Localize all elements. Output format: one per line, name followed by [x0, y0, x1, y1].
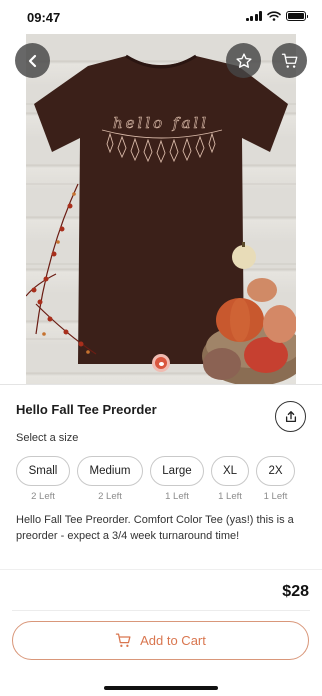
size-chip-label[interactable]: 2X	[256, 456, 295, 486]
wifi-icon	[267, 11, 281, 21]
tshirt-illustration: hello fall	[26, 54, 296, 384]
size-stock: 1 Left	[263, 491, 288, 502]
chevron-left-icon	[28, 54, 36, 67]
favorite-button[interactable]	[226, 43, 261, 78]
share-icon	[285, 410, 296, 422]
size-option-large[interactable]: Large 1 Left	[150, 456, 204, 502]
status-bar: 09:47	[0, 0, 322, 34]
product-image[interactable]: hello fall	[26, 34, 296, 384]
size-stock: 1 Left	[218, 491, 242, 502]
size-option-medium[interactable]: Medium 2 Left	[77, 456, 143, 502]
size-option-small[interactable]: Small 2 Left	[16, 456, 70, 502]
product-description: Hello Fall Tee Preorder. Comfort Color T…	[16, 514, 294, 542]
size-stock: 2 Left	[98, 491, 122, 502]
select-size-label: Select a size	[16, 432, 79, 444]
shirt-print-text: hello fall	[113, 114, 209, 132]
home-indicator[interactable]	[104, 686, 218, 690]
battery-icon	[286, 11, 308, 21]
share-button[interactable]	[275, 401, 306, 432]
size-chip-label[interactable]: Large	[150, 456, 204, 486]
size-chip-label[interactable]: XL	[211, 456, 249, 486]
add-to-cart-button[interactable]: Add to Cart	[12, 621, 309, 660]
size-stock: 2 Left	[31, 491, 55, 502]
cart-icon	[281, 53, 297, 68]
size-stock: 1 Left	[165, 491, 189, 502]
status-time: 09:47	[27, 10, 61, 25]
add-to-cart-label: Add to Cart	[140, 633, 206, 648]
product-price: $28	[282, 583, 309, 600]
divider	[0, 384, 322, 385]
image-pager-indicator[interactable]	[152, 354, 170, 372]
size-option-2x[interactable]: 2X 1 Left	[256, 456, 295, 502]
star-icon	[235, 52, 252, 68]
cart-icon	[115, 633, 131, 647]
size-chip-label[interactable]: Medium	[77, 456, 143, 486]
size-option-xl[interactable]: XL 1 Left	[211, 456, 249, 502]
status-icons	[245, 11, 308, 21]
product-title: Hello Fall Tee Preorder	[16, 402, 157, 417]
back-button[interactable]	[15, 43, 50, 78]
cellular-signal-icon	[245, 11, 262, 21]
divider	[12, 610, 310, 611]
cart-button[interactable]	[272, 43, 307, 78]
size-chip-label[interactable]: Small	[16, 456, 70, 486]
size-selector: Small 2 Left Medium 2 Left Large 1 Left …	[16, 456, 295, 502]
